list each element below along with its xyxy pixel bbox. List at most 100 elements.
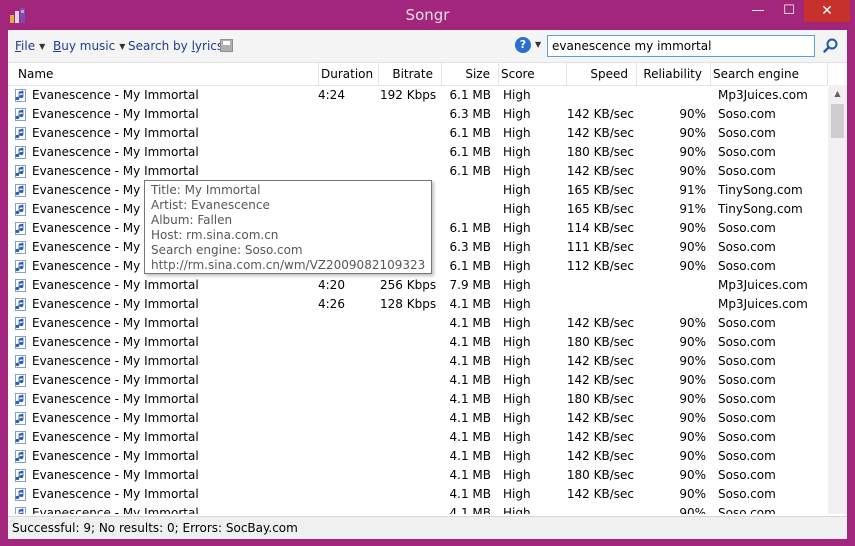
file-menu-label: ile [21, 39, 36, 53]
music-file-icon [15, 488, 26, 501]
table-row[interactable]: Evanescence - My Immortal 6.1 MB High 180 K… [8, 143, 828, 162]
cell-size: 4.1 MB [449, 316, 491, 330]
cell-score: High [503, 164, 531, 178]
table-row[interactable]: Evanescence - My Immortal 4.1 MB High 142 K… [8, 409, 828, 428]
cell-size: 6.1 MB [449, 221, 491, 235]
table-row[interactable]: Evanescence - My Immortal 4.1 MB High 142 K… [8, 485, 828, 504]
close-button[interactable]: ✕ [804, 0, 850, 22]
cell-bitrate [380, 124, 436, 143]
cell-search-engine: Soso.com [718, 107, 776, 121]
cell-score: High [503, 221, 531, 235]
cell-duration [318, 352, 368, 371]
cell-reliability: 90% [679, 221, 706, 235]
cell-search-engine: Soso.com [718, 316, 776, 330]
cell-score: High [503, 145, 531, 159]
music-file-icon [15, 355, 26, 368]
table-row[interactable]: Evanescence - My Immortal 4.1 MB High 142 K… [8, 314, 828, 333]
music-file-icon [15, 127, 26, 140]
cell-score: High [503, 373, 531, 387]
cell-reliability: 91% [679, 202, 706, 216]
cell-score: High [503, 354, 531, 368]
cell-duration [318, 105, 368, 124]
cell-reliability: 90% [679, 316, 706, 330]
search-input[interactable] [547, 35, 815, 57]
cell-duration [318, 314, 368, 333]
cell-bitrate [380, 314, 436, 333]
table-row[interactable]: Evanescence - My Immortal 6.1 MB High 142 K… [8, 124, 828, 143]
music-file-icon [15, 89, 26, 102]
cell-size: 4.1 MB [449, 392, 491, 406]
column-size-header[interactable]: Size [442, 63, 499, 85]
buy-music-menu[interactable]: Buy music ▼ [53, 39, 125, 53]
music-file-icon [15, 450, 26, 463]
cell-reliability [648, 276, 706, 295]
vertical-scrollbar[interactable]: ▲ [828, 85, 847, 514]
table-row[interactable]: Evanescence - My Immortal 4:26 128 Kbps 4.1… [8, 295, 828, 314]
cell-name: Evanescence - My Immortal [32, 430, 199, 444]
table-row[interactable]: Evanescence - My Immortal 4.1 MB High 142 K… [8, 447, 828, 466]
help-chevron-down-icon[interactable]: ▼ [535, 40, 541, 49]
table-row[interactable]: Evanescence - My Immortal 4.1 MB High 180 K… [8, 466, 828, 485]
column-score-header[interactable]: Score [499, 63, 567, 85]
cell-size: 4.1 MB [449, 373, 491, 387]
cell-size: 4.1 MB [449, 506, 491, 514]
column-speed-header[interactable]: Speed [567, 63, 637, 85]
tooltip-line: Artist: Evanescence [151, 198, 270, 212]
minimize-button[interactable]: — [744, 0, 772, 22]
column-duration-header[interactable]: Duration [319, 63, 379, 85]
cell-reliability: 90% [679, 468, 706, 482]
cell-search-engine: TinySong.com [718, 202, 803, 216]
maximize-button[interactable]: ☐ [775, 0, 803, 22]
cell-size: 6.3 MB [449, 107, 491, 121]
cell-reliability: 90% [679, 126, 706, 140]
search-icon[interactable] [822, 37, 840, 55]
help-icon[interactable]: ? [515, 37, 531, 53]
app-window: Songr — ☐ ✕ File ▼ Buy music ▼ Search by l… [0, 0, 855, 546]
cell-duration [318, 390, 368, 409]
table-row[interactable]: Evanescence - My Immortal 4.1 MB High 142 K… [8, 352, 828, 371]
table-row[interactable]: Evanescence - My Immortal 6.3 MB High 142 K… [8, 105, 828, 124]
cell-size: 6.1 MB [449, 145, 491, 159]
column-search-engine-header[interactable]: Search engine [711, 63, 828, 85]
save-icon[interactable] [220, 39, 233, 52]
table-row[interactable]: Evanescence - My Immortal 4.1 MB High 142 K… [8, 371, 828, 390]
cell-score: High [503, 430, 531, 444]
table-row[interactable]: Evanescence - My Immortal 4:20 256 Kbps 7.9… [8, 276, 828, 295]
column-name-header[interactable]: Name [16, 63, 319, 85]
cell-speed: 142 KB/sec [566, 487, 634, 501]
file-menu[interactable]: File ▼ [15, 39, 45, 53]
cell-duration [318, 143, 368, 162]
cell-score: High [503, 487, 531, 501]
cell-speed: 142 KB/sec [566, 316, 634, 330]
scroll-up-icon[interactable]: ▲ [828, 85, 847, 102]
table-row[interactable]: Evanescence - My Immortal 4.1 MB High 180 K… [8, 390, 828, 409]
cell-size: 4.1 MB [449, 335, 491, 349]
cell-name: Evanescence - My Immortal [32, 145, 199, 159]
cell-speed [563, 504, 634, 514]
cell-score: High [503, 392, 531, 406]
cell-search-engine: Soso.com [718, 259, 776, 273]
scrollbar-thumb[interactable] [831, 104, 844, 138]
cell-speed: 142 KB/sec [566, 164, 634, 178]
music-file-icon [15, 431, 26, 444]
table-row[interactable]: Evanescence - My Immortal 4.1 MB High 90% So… [8, 504, 828, 514]
cell-search-engine: Mp3Juices.com [718, 297, 808, 311]
column-bitrate-header[interactable]: Bitrate [379, 63, 442, 85]
table-row[interactable]: Evanescence - My Immortal 4:24 192 Kbps 6.1… [8, 86, 828, 105]
cell-search-engine: Soso.com [718, 468, 776, 482]
cell-score: High [503, 259, 531, 273]
table-row[interactable]: Evanescence - My Immortal 4.1 MB High 180 K… [8, 333, 828, 352]
music-file-icon [15, 317, 26, 330]
cell-search-engine: Soso.com [718, 240, 776, 254]
cell-duration [318, 124, 368, 143]
title-bar[interactable]: Songr — ☐ ✕ [0, 0, 855, 30]
search-by-lyrics-button[interactable]: Search by lyrics [128, 39, 223, 53]
cell-bitrate [380, 105, 436, 124]
cell-score: High [503, 88, 531, 102]
cell-name: Evanescence - My Immortal [32, 449, 199, 463]
column-reliability-header[interactable]: Reliability [637, 63, 711, 85]
tooltip-line: Title: My Immortal [151, 183, 261, 197]
table-row[interactable]: Evanescence - My Immortal 4.1 MB High 142 K… [8, 428, 828, 447]
table-row[interactable]: Evanescence - My Immortal 6.1 MB High 142 K… [8, 162, 828, 181]
cell-bitrate: 256 Kbps [380, 278, 436, 292]
